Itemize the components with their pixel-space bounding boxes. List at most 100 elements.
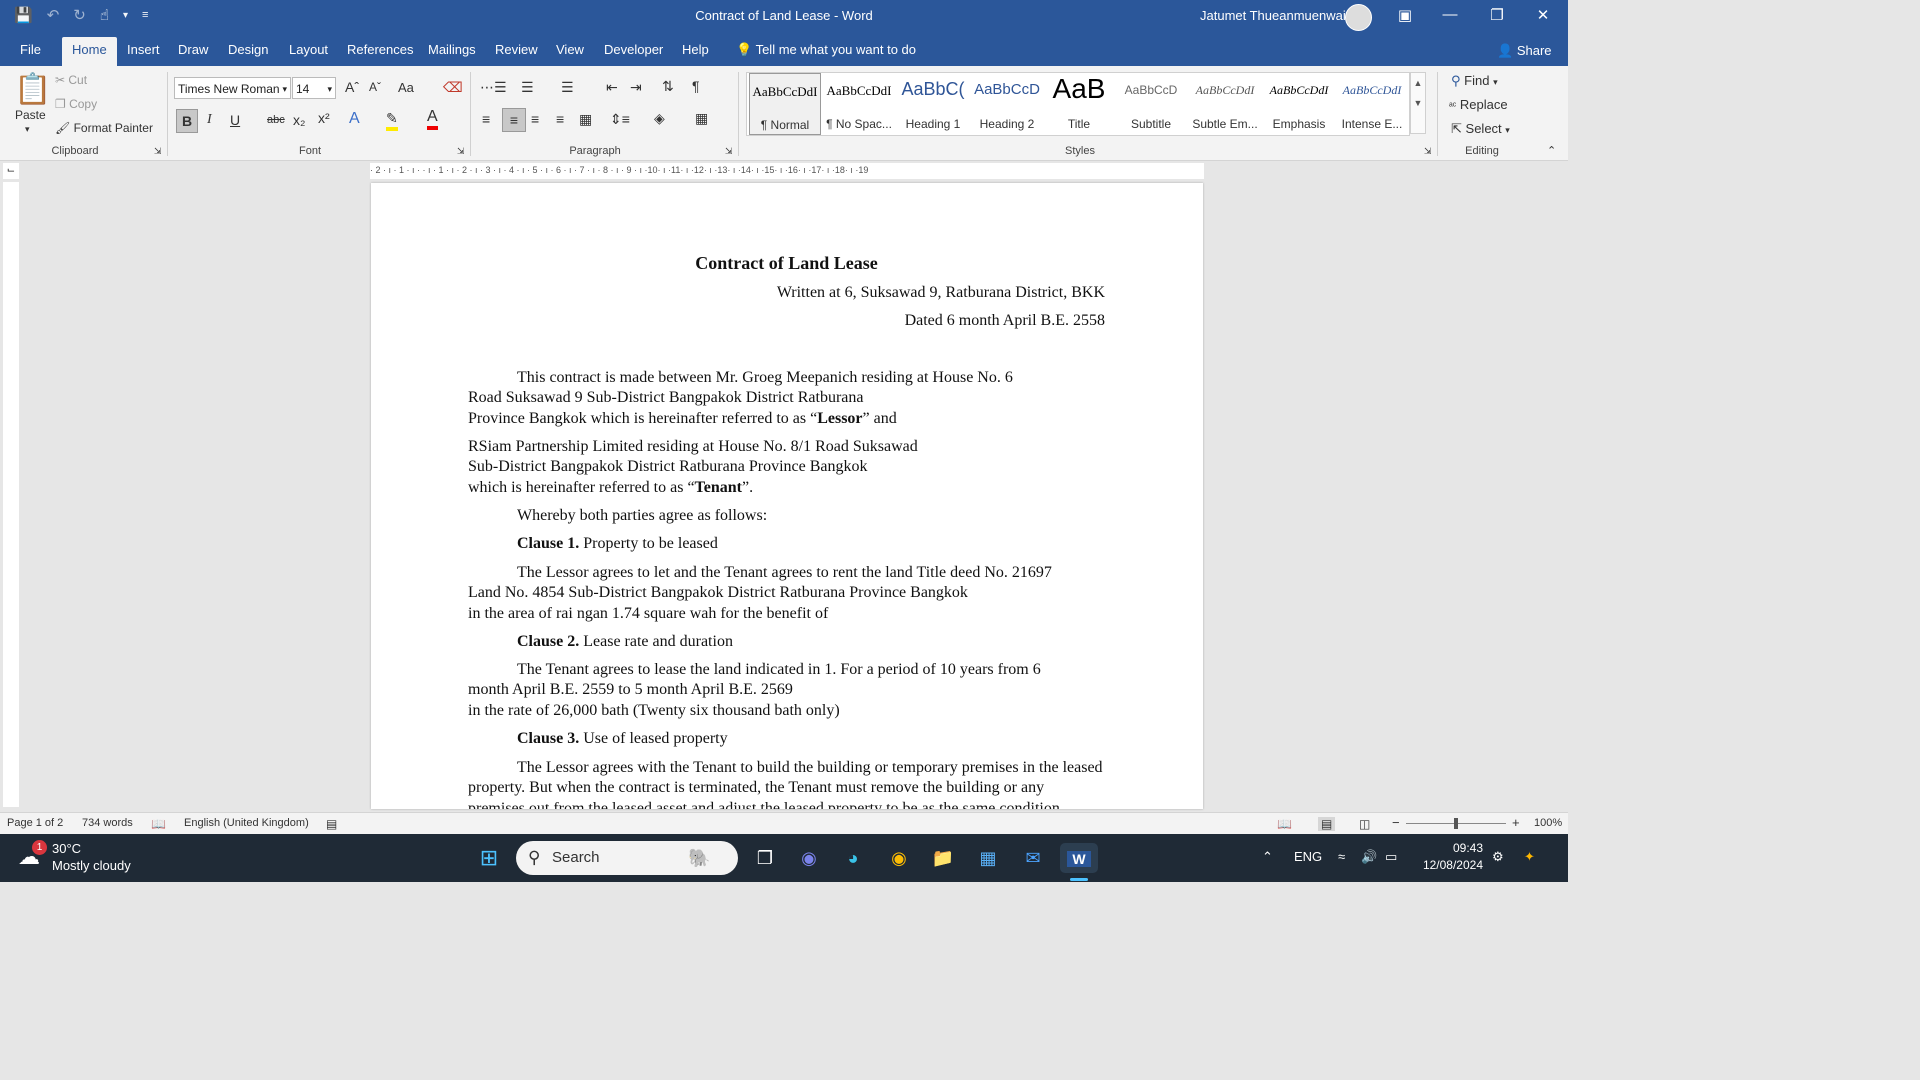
battery-icon[interactable]: ▭ <box>1385 849 1397 865</box>
volume-icon[interactable]: 🔊 <box>1361 849 1377 865</box>
dated-line[interactable]: Dated 6 month April B.E. 2558 <box>905 311 1105 332</box>
style-intense-emphasis[interactable]: AaBbCcDdI Intense E... <box>1337 73 1407 135</box>
style-subtitle[interactable]: AaBbCcD Subtitle <box>1115 73 1187 135</box>
collapse-ribbon-icon[interactable]: ⌃ <box>1547 144 1556 157</box>
paste-icon[interactable]: 📋 <box>14 72 51 107</box>
web-layout-icon[interactable]: ◫ <box>1359 817 1370 831</box>
weather-temp[interactable]: 30°C <box>52 841 81 856</box>
paragraph-line[interactable]: Land No. 4854 Sub-District Bangpakok Dis… <box>468 583 968 604</box>
strikethrough-button[interactable]: abc <box>267 114 285 126</box>
style-normal[interactable]: AaBbCcDdI ¶ Normal <box>749 73 821 135</box>
font-color-icon[interactable]: A <box>427 108 438 130</box>
tab-design[interactable]: Design <box>228 42 268 57</box>
clear-formatting-icon[interactable]: ⌫ <box>443 79 463 96</box>
tell-me-search[interactable]: 💡 Tell me what you want to do <box>736 42 916 58</box>
sort-icon[interactable]: ⇅ <box>662 78 674 95</box>
written-at-line[interactable]: Written at 6, Suksawad 9, Ratburana Dist… <box>777 283 1105 304</box>
tab-references[interactable]: References <box>347 42 413 57</box>
mail-icon[interactable]: ✉ <box>1018 843 1048 873</box>
chevron-up-icon[interactable]: ▲ <box>1414 78 1423 88</box>
paragraph-line[interactable]: Province Bangkok which is hereinafter re… <box>468 409 897 430</box>
clock-time[interactable]: 09:43 <box>1419 841 1483 855</box>
task-view-icon[interactable]: ❐ <box>750 843 780 873</box>
avatar[interactable] <box>1345 4 1372 31</box>
zoom-slider-thumb[interactable] <box>1454 818 1458 829</box>
shading-icon[interactable]: ◈ <box>654 110 665 127</box>
print-layout-icon[interactable]: ▤ <box>1318 817 1336 831</box>
paragraph-line[interactable]: The Tenant agrees to lease the land indi… <box>517 660 1041 681</box>
close-icon[interactable]: ✕ <box>1528 6 1558 24</box>
zoom-in-icon[interactable]: + <box>1512 815 1520 830</box>
tab-mailings[interactable]: Mailings <box>428 42 476 57</box>
find-button[interactable]: ⚲ Find ▾ <box>1451 73 1498 89</box>
paragraph-line[interactable]: RSiam Partnership Limited residing at Ho… <box>468 437 918 458</box>
tab-layout[interactable]: Layout <box>289 42 328 57</box>
bold-button[interactable]: B <box>176 109 198 133</box>
borders-icon[interactable]: ▦ <box>695 110 708 127</box>
word-count[interactable]: 734 words <box>82 817 133 829</box>
align-left-icon[interactable]: ≡ <box>482 111 490 127</box>
align-right-icon[interactable]: ≡ <box>531 111 539 127</box>
horizontal-ruler[interactable]: · 2 · ı · 1 · ı · · ı · 1 · ı · 2 · ı · … <box>370 163 1204 179</box>
file-explorer-icon[interactable]: 📁 <box>928 843 958 873</box>
store-icon[interactable]: ▦ <box>973 843 1003 873</box>
document-title[interactable]: Contract of Land Lease <box>468 253 1105 274</box>
paragraph-line[interactable]: This contract is made between Mr. Groeg … <box>517 368 1013 389</box>
chevron-down-icon[interactable]: ▾ <box>1493 77 1498 87</box>
weather-desc[interactable]: Mostly cloudy <box>52 858 131 873</box>
zoom-out-icon[interactable]: − <box>1392 815 1400 830</box>
tab-draw[interactable]: Draw <box>178 42 208 57</box>
styles-scrollbar[interactable]: ▲ ▼ <box>1410 72 1426 134</box>
subscript-button[interactable]: x₂ <box>293 112 305 128</box>
bullets-icon[interactable]: ⋯☰ <box>480 79 507 96</box>
shrink-font-icon[interactable]: Aˇ <box>369 80 381 94</box>
clause-heading[interactable]: Clause 3. Use of leased property <box>517 729 728 750</box>
style-heading-2[interactable]: AaBbCcD Heading 2 <box>971 73 1043 135</box>
cut-button[interactable]: ✂ Cut <box>55 73 87 87</box>
style-title[interactable]: AaB Title <box>1045 73 1113 135</box>
paragraph-line[interactable]: Sub-District Bangpakok District Ratburan… <box>468 457 867 478</box>
font-size-combo[interactable]: 14 ▾ <box>292 77 336 99</box>
paragraph-line[interactable]: in the rate of 26,000 bath (Twenty six t… <box>468 701 840 722</box>
text-effects-icon[interactable]: A <box>349 110 360 128</box>
tab-selector-icon[interactable]: ⌙ <box>3 163 19 179</box>
zoom-level[interactable]: 100% <box>1534 817 1562 829</box>
teams-chat-icon[interactable]: ◉ <box>794 843 824 873</box>
paragraph-line[interactable]: The Lessor agrees with the Tenant to bui… <box>517 758 1103 779</box>
paragraph-line[interactable]: Whereby both parties agree as follows: <box>517 506 767 527</box>
dialog-launcher-icon[interactable]: ⇲ <box>154 146 162 157</box>
format-painter-button[interactable]: 🖌 Format Painter <box>55 121 153 135</box>
paragraph-line[interactable]: The Lessor agrees to let and the Tenant … <box>517 563 1052 584</box>
clock-date[interactable]: 12/08/2024 <box>1419 858 1483 872</box>
restore-icon[interactable]: ❐ <box>1482 6 1512 24</box>
tab-view[interactable]: View <box>556 42 584 57</box>
paragraph-line[interactable]: premises out from the leased asset and a… <box>468 799 1060 809</box>
copy-button[interactable]: ❐ Copy <box>55 97 97 111</box>
proofing-icon[interactable]: 📖 <box>151 817 166 831</box>
align-center-icon[interactable]: ≡ <box>502 108 526 132</box>
chevron-down-icon[interactable]: ▾ <box>327 78 332 100</box>
underline-button[interactable]: U <box>230 112 240 128</box>
share-button[interactable]: 👤 Share <box>1497 43 1552 59</box>
page-count[interactable]: Page 1 of 2 <box>7 817 63 829</box>
replace-button[interactable]: ᵃᶜ Replace <box>1449 97 1508 112</box>
vertical-ruler[interactable] <box>3 182 19 807</box>
justify-icon[interactable]: ≡ <box>556 111 564 127</box>
chevron-down-icon[interactable]: ▾ <box>282 78 287 100</box>
edge-icon[interactable]: ◕ <box>838 843 868 873</box>
distributed-icon[interactable]: ▦ <box>579 111 592 128</box>
tab-review[interactable]: Review <box>495 42 538 57</box>
accessibility-icon[interactable]: ▤ <box>326 817 337 831</box>
input-language[interactable]: ENG <box>1294 849 1322 864</box>
style-no-spacing[interactable]: AaBbCcDdI ¶ No Spac... <box>823 73 895 135</box>
line-spacing-icon[interactable]: ⇕≡ <box>610 111 630 128</box>
paragraph-line[interactable]: which is hereinafter referred to as “Ten… <box>468 478 753 499</box>
wifi-icon[interactable]: ≈ <box>1338 849 1345 864</box>
chevron-up-icon[interactable]: ⌃ <box>1262 849 1273 865</box>
paragraph-line[interactable]: property. But when the contract is termi… <box>468 778 1044 799</box>
tab-insert[interactable]: Insert <box>127 42 160 57</box>
clause-heading[interactable]: Clause 1. Property to be leased <box>517 534 718 555</box>
show-formatting-icon[interactable]: ¶ <box>692 78 700 94</box>
start-icon[interactable]: ⊞ <box>474 843 504 873</box>
notification-icon[interactable]: ⚙ <box>1492 849 1504 865</box>
